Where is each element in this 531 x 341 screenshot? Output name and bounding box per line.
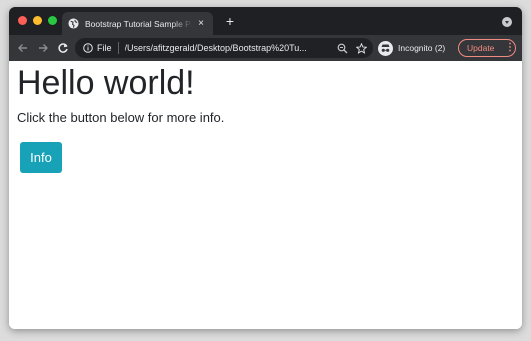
info-button[interactable]: Info [20,142,62,173]
incognito-icon [378,40,393,56]
close-window-button[interactable] [18,16,27,25]
new-tab-button[interactable]: + [223,14,237,28]
forward-button[interactable] [35,40,51,56]
page-lead-text: Click the button below for more info. [17,110,225,125]
address-bar[interactable]: File /Users/afitzgerald/Desktop/Bootstra… [75,38,373,58]
bookmark-star-icon[interactable] [356,42,367,54]
zoom-icon[interactable] [337,43,348,54]
address-separator [117,42,119,54]
browser-toolbar: File /Users/afitzgerald/Desktop/Bootstra… [9,35,522,61]
tab-search-icon[interactable] [502,17,512,27]
traffic-lights [18,16,57,25]
update-label: Update [467,43,495,53]
maximize-window-button[interactable] [48,16,57,25]
reload-button[interactable] [55,40,71,56]
tab-title: Bootstrap Tutorial Sample Page [85,18,193,29]
incognito-label: Incognito (2) [398,43,446,53]
arrow-right-icon [39,44,48,52]
page-content: Hello world! Click the button below for … [9,61,522,329]
info-icon[interactable] [83,43,93,53]
tab-active[interactable]: Bootstrap Tutorial Sample Page × [62,12,213,35]
address-scheme-label: File [97,43,112,53]
address-url[interactable]: /Users/afitzgerald/Desktop/Bootstrap%20T… [125,43,329,53]
minimize-window-button[interactable] [33,16,42,25]
incognito-indicator[interactable]: Incognito (2) [378,39,445,57]
globe-icon [68,18,79,29]
back-button[interactable] [15,40,31,56]
more-menu-icon[interactable]: ⋮ [505,43,515,53]
tab-close-icon[interactable]: × [195,18,207,30]
arrow-left-icon [18,44,27,52]
page-heading: Hello world! [17,64,195,102]
reload-icon [58,43,68,53]
update-button[interactable]: Update ⋮ [458,39,516,57]
browser-window: Bootstrap Tutorial Sample Page × + [9,7,522,329]
tab-strip: Bootstrap Tutorial Sample Page × + [9,7,522,35]
